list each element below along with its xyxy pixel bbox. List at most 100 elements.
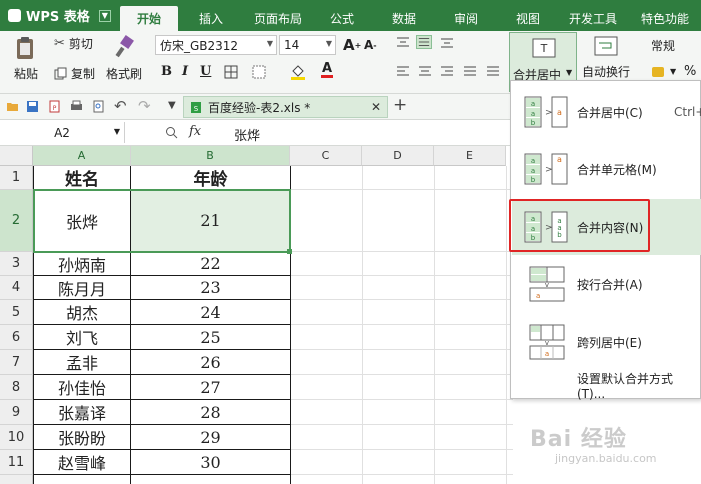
close-tab-icon[interactable]: ✕ <box>371 100 381 114</box>
cut-button[interactable]: ✂ 剪切 <box>54 35 93 52</box>
column-header-e[interactable]: E <box>434 146 506 166</box>
distributed-align-icon[interactable] <box>486 66 500 78</box>
cell-b5[interactable]: 24 <box>131 300 290 324</box>
tab-home[interactable]: 开始 <box>120 6 178 31</box>
font-name-select[interactable]: 仿宋_GB2312 ▼ <box>155 35 277 55</box>
row-header-1[interactable]: 1 <box>0 166 33 190</box>
cell-b1[interactable]: 年龄 <box>131 166 290 190</box>
cell-a9[interactable]: 张嘉译 <box>34 400 130 424</box>
number-format-value: 常规 <box>651 39 676 53</box>
column-header-b[interactable]: B <box>131 146 290 166</box>
formula-input[interactable]: 张烨 <box>234 125 260 144</box>
row-header-8[interactable]: 8 <box>0 375 33 400</box>
cell-a2[interactable]: 张烨 <box>34 190 130 251</box>
cell-a8[interactable]: 孙佳怡 <box>34 375 130 399</box>
row-header-7[interactable]: 7 <box>0 350 33 375</box>
insert-function-button[interactable]: fx <box>189 124 201 139</box>
name-box-value: A2 <box>54 125 70 140</box>
tab-formulas[interactable]: 公式 <box>318 6 366 31</box>
customize-quick-access-icon[interactable]: ▼ <box>168 100 176 111</box>
column-header-d[interactable]: D <box>362 146 434 166</box>
open-folder-icon[interactable] <box>6 100 19 113</box>
currency-icon[interactable] <box>651 65 667 79</box>
cell-a1[interactable]: 姓名 <box>34 166 130 190</box>
format-painter-button[interactable]: 格式刷 <box>102 35 146 82</box>
increase-font-size-icon[interactable]: A + <box>343 36 361 54</box>
wps-app-menu-button[interactable]: WPS 表格 ▼ <box>0 0 112 31</box>
cell-a10[interactable]: 张盼盼 <box>34 425 130 449</box>
cell-a3[interactable]: 孙炳南 <box>34 252 130 275</box>
cell-a7[interactable]: 孟非 <box>34 350 130 374</box>
tab-view[interactable]: 视图 <box>505 6 551 31</box>
row-header-6[interactable]: 6 <box>0 325 33 350</box>
fill-color-icon[interactable] <box>290 63 306 81</box>
number-format-select[interactable]: 常规 <box>651 37 675 54</box>
align-middle-icon[interactable] <box>416 35 432 49</box>
decrease-font-size-icon[interactable]: A- <box>364 38 377 52</box>
column-header-c[interactable]: C <box>290 146 362 166</box>
cell-b6[interactable]: 25 <box>131 325 290 349</box>
row-header-4[interactable]: 4 <box>0 276 33 300</box>
menu-item-merge-center[interactable]: a a b > a 合并居中(C) Ctrl+ <box>512 84 701 140</box>
export-pdf-icon[interactable]: P <box>48 100 61 113</box>
cell-b11[interactable]: 30 <box>131 450 290 474</box>
tab-special-features[interactable]: 特色功能 <box>632 6 698 31</box>
row-header-2[interactable]: 2 <box>0 190 33 252</box>
tab-page-layout[interactable]: 页面布局 <box>244 6 312 31</box>
align-bottom-icon[interactable] <box>440 37 454 49</box>
align-right-icon[interactable] <box>440 66 454 78</box>
document-tab[interactable]: S 百度经验-表2.xls * ✕ <box>183 96 388 118</box>
cell-b10[interactable]: 29 <box>131 425 290 449</box>
percent-button[interactable]: % <box>684 64 696 79</box>
cell-a5[interactable]: 胡杰 <box>34 300 130 324</box>
name-box[interactable]: A2 ▼ <box>0 122 125 143</box>
chevron-down-icon[interactable]: ▼ <box>98 9 111 22</box>
undo-icon[interactable]: ↶ <box>114 97 127 115</box>
menu-item-center-across[interactable]: v a 跨列居中(E) <box>512 314 701 370</box>
tab-data[interactable]: 数据 <box>380 6 428 31</box>
font-color-icon[interactable]: A <box>321 61 333 78</box>
column-header-a[interactable]: A <box>33 146 131 166</box>
menu-item-set-default-merge[interactable]: 设置默认合并方式(T)... <box>512 372 701 401</box>
row-header-10[interactable]: 10 <box>0 425 33 450</box>
underline-icon[interactable]: U <box>200 64 211 79</box>
cell-b7[interactable]: 26 <box>131 350 290 374</box>
print-preview-icon[interactable] <box>92 100 105 113</box>
paste-button[interactable]: 粘贴 <box>6 35 46 82</box>
select-all-corner[interactable] <box>0 146 33 166</box>
tab-review[interactable]: 审阅 <box>442 6 490 31</box>
justify-icon[interactable] <box>463 66 477 78</box>
row-header-12[interactable] <box>0 475 33 484</box>
save-icon[interactable] <box>26 100 39 113</box>
zoom-search-icon[interactable] <box>165 126 178 139</box>
row-header-3[interactable]: 3 <box>0 252 33 276</box>
cell-style-icon[interactable] <box>252 65 266 79</box>
cell-a6[interactable]: 刘飞 <box>34 325 130 349</box>
cell-b2[interactable]: 21 <box>131 190 290 251</box>
redo-icon[interactable]: ↷ <box>138 97 151 115</box>
print-icon[interactable] <box>70 100 83 113</box>
new-tab-icon[interactable]: + <box>393 95 407 115</box>
bold-icon[interactable]: B <box>161 64 172 79</box>
align-center-icon[interactable] <box>418 66 432 78</box>
copy-button[interactable]: 复制 <box>54 65 95 82</box>
tab-developer[interactable]: 开发工具 <box>560 6 626 31</box>
row-header-11[interactable]: 11 <box>0 450 33 475</box>
font-size-select[interactable]: 14 ▼ <box>279 35 336 55</box>
borders-icon[interactable] <box>224 65 238 79</box>
menu-item-merge-cells[interactable]: a a b > a 合并单元格(M) <box>512 141 701 197</box>
align-top-icon[interactable] <box>396 37 410 49</box>
tab-insert[interactable]: 插入 <box>184 6 238 31</box>
cell-b4[interactable]: 23 <box>131 276 290 299</box>
cell-b3[interactable]: 22 <box>131 252 290 275</box>
cell-a4[interactable]: 陈月月 <box>34 276 130 299</box>
align-left-icon[interactable] <box>396 66 410 78</box>
cell-b8[interactable]: 27 <box>131 375 290 399</box>
wrap-text-button[interactable]: 自动换行 <box>580 36 632 80</box>
cell-b9[interactable]: 28 <box>131 400 290 424</box>
cell-a11[interactable]: 赵雪峰 <box>34 450 130 474</box>
row-header-9[interactable]: 9 <box>0 400 33 425</box>
menu-item-merge-by-row[interactable]: v a 按行合并(A) <box>512 256 701 312</box>
italic-icon[interactable]: I <box>182 64 188 79</box>
row-header-5[interactable]: 5 <box>0 300 33 325</box>
